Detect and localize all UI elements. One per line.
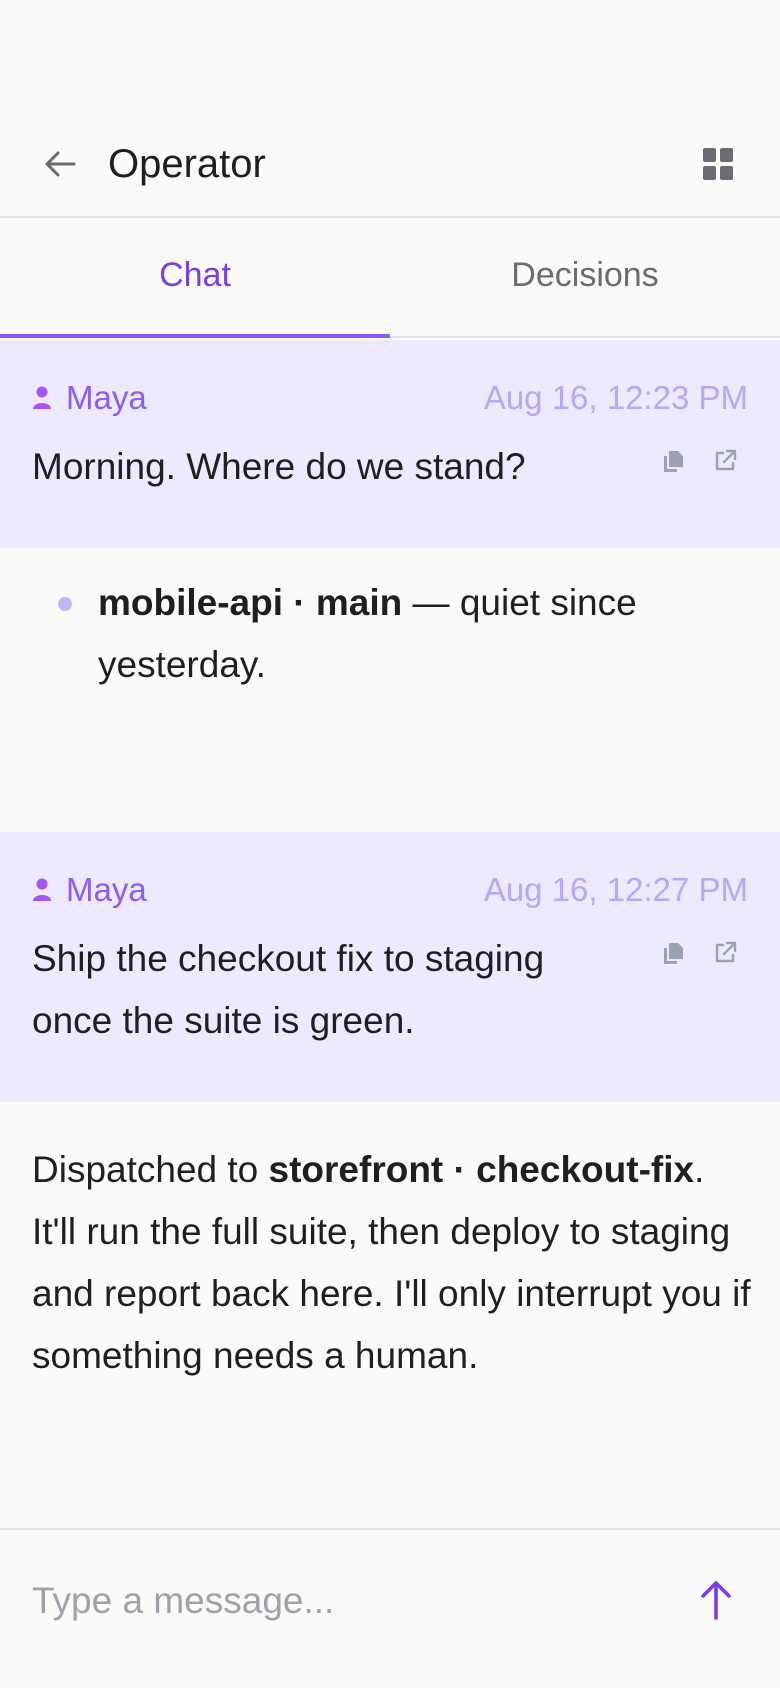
assistant-message: Dispatched to storefront · checkout-fix.… [0,1139,780,1387]
message-meta: Maya Aug 16, 12:27 PM [32,871,748,909]
external-link-icon [715,941,737,963]
bullet-icon [58,597,72,611]
open-external-button[interactable] [710,446,740,476]
tab-chat[interactable]: Chat [0,220,390,338]
arrow-up-icon [701,1581,731,1620]
message-actions [658,938,740,968]
message-text: Morning. Where do we stand? [32,446,526,487]
author-name: Maya [66,871,147,908]
copy-button[interactable] [658,938,688,968]
composer [0,1528,780,1688]
repo-branch: storefront · checkout-fix [268,1149,695,1190]
message-timestamp: Aug 16, 12:27 PM [483,871,748,908]
external-link-icon [715,449,737,471]
message-prefix: Dispatched to [32,1149,269,1190]
top-bar: Operator [0,110,780,218]
user-message: Maya Aug 16, 12:27 PM Ship the checkout … [0,832,780,1102]
message-input[interactable] [32,1566,652,1636]
tab-bar: Chat Decisions [0,220,780,338]
app-root: Operator Chat Decisions Maya Aug 16, 12:… [0,0,780,1688]
message-text: Ship the checkout fix to staging once th… [32,938,545,1041]
open-external-button[interactable] [710,938,740,968]
list-item: mobile-api · main — quiet since yesterda… [32,572,748,696]
message-meta: Maya Aug 16, 12:23 PM [32,379,748,417]
tab-decisions[interactable]: Decisions [390,220,780,336]
send-button[interactable] [694,1578,738,1622]
author-name: Maya [66,379,147,416]
list-item-text: mobile-api · main — quiet since yesterda… [98,572,698,696]
message-text: Dispatched to storefront · checkout-fix.… [32,1139,752,1387]
person-icon [33,386,51,409]
message-author: Maya [32,379,147,417]
copy-icon [664,943,683,964]
page-title: Operator [108,142,266,186]
copy-button[interactable] [658,446,688,476]
person-icon [33,878,51,901]
arrow-left-icon [45,151,76,177]
back-button[interactable] [38,142,82,186]
copy-icon [664,451,683,472]
repo-branch: mobile-api · main [98,582,403,623]
grid-icon [703,148,733,180]
message-timestamp: Aug 16, 12:23 PM [483,379,748,416]
message-author: Maya [32,871,147,909]
user-message: Maya Aug 16, 12:23 PM Morning. Where do … [0,340,780,548]
message-actions [658,446,740,476]
apps-menu-button[interactable] [698,144,738,184]
assistant-message: mobile-api · main — quiet since yesterda… [0,572,780,696]
